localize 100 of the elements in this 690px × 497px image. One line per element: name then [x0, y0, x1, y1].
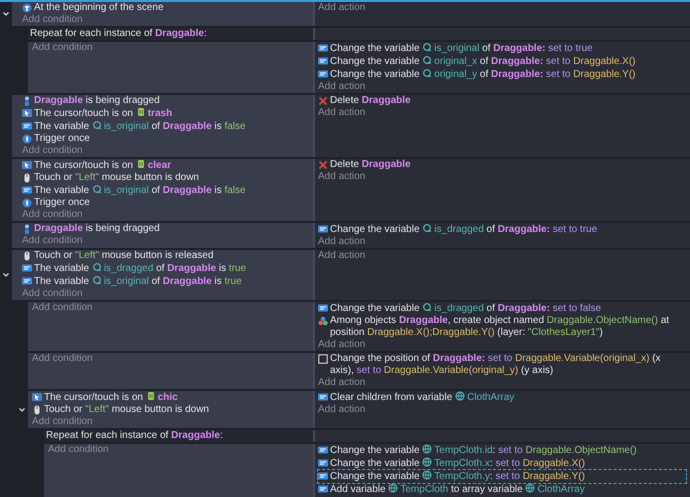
condition-text: The cursor/touch is on: [34, 160, 134, 171]
condition-text: Trigger once: [34, 133, 90, 144]
condition-text: is_original of Draggable is true: [104, 276, 242, 287]
variable-ring-icon: [92, 184, 102, 194]
globe-icon: [388, 483, 398, 493]
variable-icon: [318, 484, 328, 494]
chevron-icon[interactable]: [2, 10, 10, 18]
variable-ring-icon: [422, 68, 432, 78]
variable-icon: [318, 69, 328, 79]
add-action-link[interactable]: Add action: [318, 171, 686, 183]
action-text: original_x of Draggable: set to Draggable.X(): [434, 56, 636, 67]
action-text: ClothArray: [537, 484, 585, 495]
add-condition-link[interactable]: Add condition: [32, 302, 309, 314]
sprite-icon: [136, 107, 146, 117]
scene-start-icon: [22, 3, 32, 13]
sprite-icon: [146, 391, 156, 401]
condition-text: Draggable is being dragged: [34, 223, 160, 234]
action-text: Delete Draggable: [330, 95, 411, 106]
condition-text: The variable: [34, 263, 90, 274]
add-condition-link[interactable]: Add condition: [22, 14, 309, 26]
condition-text: chic: [158, 392, 178, 403]
add-action-link[interactable]: Add action: [318, 377, 686, 389]
chevron-icon[interactable]: [18, 406, 26, 414]
mouse-icon: [32, 405, 42, 415]
condition-text: Trigger once: [34, 197, 90, 208]
condition-text: The cursor/touch is on: [44, 392, 144, 403]
variable-ring-icon: [92, 275, 102, 285]
cursor-icon: [22, 108, 32, 118]
add-condition-link[interactable]: Add condition: [22, 209, 309, 221]
variable-icon: [318, 56, 328, 66]
condition-text: At the beginning of the scene: [34, 2, 164, 13]
add-action-link[interactable]: Add action: [318, 250, 686, 262]
variable-icon: [22, 121, 32, 131]
condition-text: Touch or "Left" mouse button is down: [44, 404, 209, 415]
action-text: Change the variable: [330, 43, 421, 54]
action-text: Change the variable: [330, 303, 421, 314]
action-text: TempCloth.x: set to Draggable.X(): [434, 458, 585, 469]
mouse-icon: [22, 251, 32, 261]
variable-ring-icon: [92, 120, 102, 130]
condition-text: is_original of Draggable is false: [104, 121, 246, 132]
repeat-text: Repeat for each instance of Draggable:: [46, 430, 223, 441]
add-action-link[interactable]: Add action: [318, 339, 686, 351]
variable-icon: [318, 471, 328, 481]
variable-ring-icon: [92, 262, 102, 272]
add-action-link[interactable]: Add action: [318, 404, 686, 416]
variable-icon: [22, 276, 32, 286]
add-condition-link[interactable]: Add condition: [22, 288, 309, 300]
add-action-link[interactable]: Add action: [318, 236, 686, 248]
repeat-text: Repeat for each instance of Draggable:: [30, 28, 207, 39]
trigger-once-icon: [22, 198, 32, 208]
add-action-link[interactable]: Add action: [318, 81, 686, 93]
globe-icon: [525, 483, 536, 493]
action-text: TempCloth.id: set to Draggable.ObjectName(): [434, 445, 637, 456]
condition-text: The variable: [34, 121, 90, 132]
variable-icon: [318, 458, 328, 468]
add-action-link[interactable]: Add action: [318, 107, 686, 119]
action-text: Change the variable: [330, 445, 421, 456]
cursor-icon: [32, 392, 42, 402]
variable-icon: [318, 303, 328, 313]
variable-ring-icon: [422, 42, 432, 52]
action-text: ClothArray: [467, 392, 514, 403]
condition-text: trash: [148, 108, 172, 119]
condition-text: The cursor/touch is on: [34, 108, 134, 119]
add-condition-link[interactable]: Add condition: [32, 353, 309, 365]
condition-text: clear: [148, 160, 172, 171]
add-condition-link[interactable]: Add condition: [22, 235, 309, 247]
delete-icon: [318, 160, 328, 170]
variable-ring-icon: [422, 302, 432, 312]
selection-outline[interactable]: Change the variable TempCloth.y: set to Draggable.Y(): [318, 470, 686, 483]
action-text: is_dragged of Draggable: set to false: [434, 303, 602, 314]
add-condition-link[interactable]: Add condition: [22, 145, 309, 157]
condition-text: is_original of Draggable is false: [104, 185, 246, 196]
cursor-icon: [22, 160, 32, 170]
chevron-icon[interactable]: [2, 271, 10, 279]
action-text: Clear children from variable: [330, 392, 454, 403]
condition-text: Draggable is being dragged: [34, 95, 160, 106]
condition-text: Touch or "Left" mouse button is down: [34, 172, 199, 183]
globe-icon: [422, 470, 432, 480]
action-text: is_dragged of Draggable: set to true: [434, 224, 598, 235]
variable-ring-icon: [422, 223, 432, 233]
action-text: Change the variable: [330, 224, 421, 235]
globe-icon: [422, 457, 432, 467]
sprite-icon: [136, 159, 146, 169]
variable-icon: [318, 392, 328, 402]
action-text: Change the position of Draggable: set to Draggable.Variable(original_x) (x axis), set to Draggable.Variable(original_y) (y axis): [330, 353, 661, 376]
action-text: Among objects Draggable, create object named Draggable.ObjectName() at position Draggable.X();Draggable.Y() (layer: "ClothesLayer1"): [330, 315, 670, 338]
add-condition-link[interactable]: Add condition: [48, 444, 309, 456]
create-objects-icon: [318, 316, 328, 326]
add-condition-link[interactable]: Add condition: [32, 42, 309, 54]
person-icon: [22, 224, 32, 234]
position-icon: [318, 354, 328, 364]
add-condition-link[interactable]: Add condition: [32, 416, 309, 428]
action-text: Add variable: [330, 484, 387, 495]
add-action-link[interactable]: Add action: [318, 2, 686, 14]
variable-ring-icon: [422, 55, 432, 65]
condition-text: The variable: [34, 185, 90, 196]
delete-icon: [318, 96, 328, 106]
globe-icon: [455, 391, 466, 401]
condition-text: is_dragged of Draggable is true: [104, 263, 246, 274]
condition-text: The variable: [34, 276, 90, 287]
